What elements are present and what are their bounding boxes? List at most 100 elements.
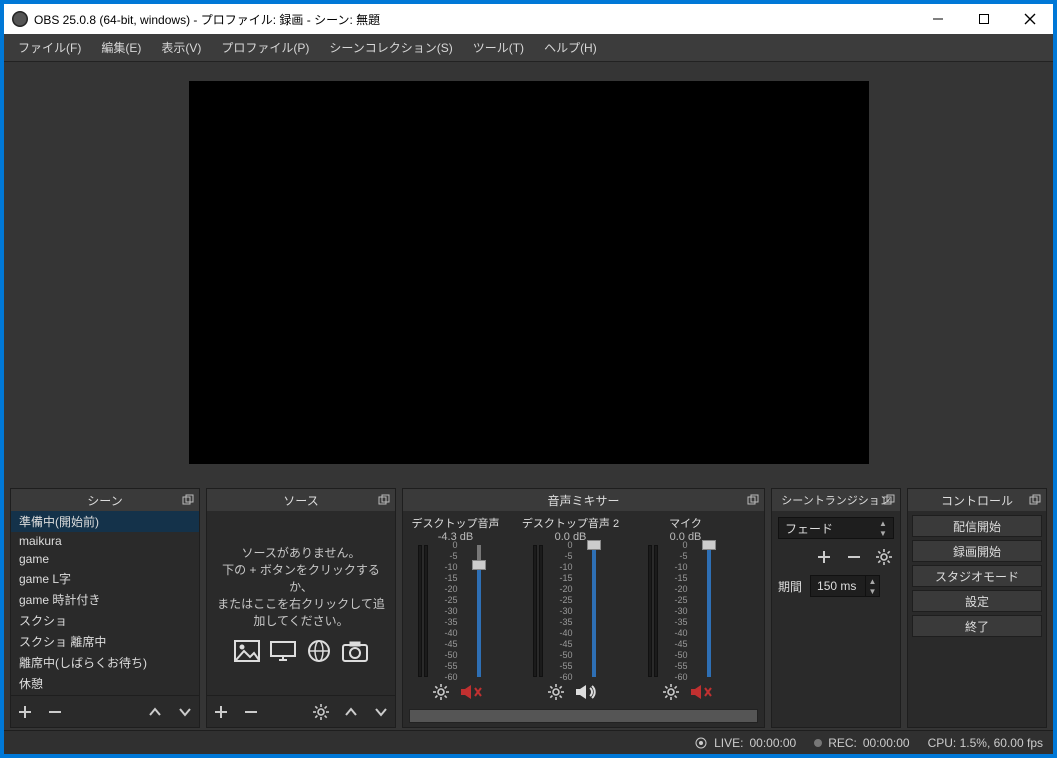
source-settings-button[interactable] <box>311 702 331 722</box>
controls-popout-icon[interactable] <box>1024 489 1046 511</box>
scene-item[interactable]: スクショ 離席中 <box>11 631 199 652</box>
db-scale: 0-5-10-15-20-25-30-35-40-45-50-55-60 <box>559 545 573 677</box>
scene-list[interactable]: 準備中(開始前)maikuragamegame L字game 時計付きスクショス… <box>11 511 199 695</box>
channel-name: デスクトップ音声 <box>412 515 500 531</box>
mixer-channel: デスクトップ音声 20.0 dB0-5-10-15-20-25-30-35-40… <box>528 515 613 707</box>
sources-empty-hint: ソースがありません。 下の + ボタンをクリックするか、 またはここを右クリック… <box>207 511 395 695</box>
scene-item[interactable]: 準備中(開始前) <box>11 511 199 532</box>
maximize-button[interactable] <box>961 4 1007 34</box>
scene-down-button[interactable] <box>175 702 195 722</box>
channel-settings-button[interactable] <box>661 682 681 702</box>
scenes-popout-icon[interactable] <box>177 489 199 511</box>
status-rec: REC:00:00:00 <box>814 736 909 750</box>
scene-item[interactable]: 終了時 <box>11 694 199 695</box>
transitions-dock: シーントランジション フェード ▲▼ 期間 150 <box>771 488 901 728</box>
transition-add-button[interactable] <box>814 547 834 567</box>
channel-settings-button[interactable] <box>431 682 451 702</box>
transition-current: フェード <box>785 520 833 537</box>
duration-value: 150 ms <box>817 579 856 593</box>
speaker-icon[interactable] <box>576 682 596 702</box>
level-meter <box>533 545 553 677</box>
mute-icon[interactable] <box>461 682 481 702</box>
menu-file[interactable]: ファイル(F) <box>8 35 91 60</box>
level-meter <box>418 545 438 677</box>
controls-title: コントロール <box>941 492 1013 509</box>
broadcast-icon <box>694 736 708 750</box>
scenes-dock: シーン 準備中(開始前)maikuragamegame L字game 時計付きス… <box>10 488 200 728</box>
exit-button[interactable]: 終了 <box>912 615 1042 637</box>
minimize-button[interactable] <box>915 4 961 34</box>
source-down-button[interactable] <box>371 702 391 722</box>
duration-input[interactable]: 150 ms ▲▼ <box>810 575 880 597</box>
mixer-scrollbar[interactable] <box>409 709 758 723</box>
preview-area <box>4 62 1053 482</box>
sources-popout-icon[interactable] <box>373 489 395 511</box>
window-title: OBS 25.0.8 (64-bit, windows) - プロファイル: 録… <box>34 11 380 28</box>
transitions-popout-icon[interactable] <box>878 489 900 511</box>
scene-add-button[interactable] <box>15 702 35 722</box>
volume-slider[interactable] <box>694 545 724 677</box>
scene-up-button[interactable] <box>145 702 165 722</box>
scene-remove-button[interactable] <box>45 702 65 722</box>
spinner-arrows-icon[interactable]: ▲▼ <box>865 576 879 596</box>
duration-label: 期間 <box>778 578 802 595</box>
start-streaming-button[interactable]: 配信開始 <box>912 515 1042 537</box>
preview-canvas[interactable] <box>189 81 869 464</box>
scene-item[interactable]: game L字 <box>11 568 199 589</box>
slider-knob[interactable] <box>702 540 716 550</box>
slider-knob[interactable] <box>472 560 486 570</box>
source-up-button[interactable] <box>341 702 361 722</box>
channel-name: デスクトップ音声 2 <box>522 515 619 531</box>
scene-item[interactable]: 休憩 <box>11 673 199 694</box>
source-remove-button[interactable] <box>241 702 261 722</box>
source-add-button[interactable] <box>211 702 231 722</box>
menu-tools[interactable]: ツール(T) <box>463 35 534 60</box>
menu-edit[interactable]: 編集(E) <box>91 35 151 60</box>
channel-settings-button[interactable] <box>546 682 566 702</box>
mixer-popout-icon[interactable] <box>742 489 764 511</box>
scene-item[interactable]: game <box>11 550 199 568</box>
studio-mode-button[interactable]: スタジオモード <box>912 565 1042 587</box>
menu-profile[interactable]: プロファイル(P) <box>211 35 319 60</box>
settings-button[interactable]: 設定 <box>912 590 1042 612</box>
db-scale: 0-5-10-15-20-25-30-35-40-45-50-55-60 <box>674 545 688 677</box>
transitions-title: シーントランジション <box>781 492 890 508</box>
scene-item[interactable]: maikura <box>11 532 199 550</box>
transition-remove-button[interactable] <box>844 547 864 567</box>
channel-name: マイク <box>669 515 702 531</box>
scene-item[interactable]: game 時計付き <box>11 589 199 610</box>
menu-help[interactable]: ヘルプ(H) <box>534 35 607 60</box>
mute-icon[interactable] <box>691 682 711 702</box>
mixer-channel: マイク0.0 dB0-5-10-15-20-25-30-35-40-45-50-… <box>643 515 728 707</box>
browser-source-icon <box>305 639 333 663</box>
close-button[interactable] <box>1007 4 1053 34</box>
camera-source-icon <box>341 639 369 663</box>
slider-knob[interactable] <box>587 540 601 550</box>
scene-item[interactable]: スクショ <box>11 610 199 631</box>
menu-scenecollection[interactable]: シーンコレクション(S) <box>319 35 462 60</box>
status-live: LIVE:00:00:00 <box>694 736 796 750</box>
chevron-updown-icon: ▲▼ <box>875 518 891 538</box>
db-scale: 0-5-10-15-20-25-30-35-40-45-50-55-60 <box>444 545 458 677</box>
transition-settings-button[interactable] <box>874 547 894 567</box>
sources-title: ソース <box>283 492 318 509</box>
controls-dock: コントロール 配信開始 録画開始 スタジオモード 設定 終了 <box>907 488 1047 728</box>
volume-slider[interactable] <box>464 545 494 677</box>
menu-bar: ファイル(F) 編集(E) 表示(V) プロファイル(P) シーンコレクション(… <box>4 34 1053 62</box>
transition-select[interactable]: フェード ▲▼ <box>778 517 894 539</box>
scene-item[interactable]: 離席中(しばらくお待ち) <box>11 652 199 673</box>
status-bar: LIVE:00:00:00 REC:00:00:00 CPU: 1.5%, 60… <box>4 730 1053 754</box>
mixer-title: 音声ミキサー <box>547 492 619 509</box>
volume-slider[interactable] <box>579 545 609 677</box>
display-source-icon <box>269 639 297 663</box>
title-bar: OBS 25.0.8 (64-bit, windows) - プロファイル: 録… <box>4 4 1053 34</box>
start-recording-button[interactable]: 録画開始 <box>912 540 1042 562</box>
image-source-icon <box>233 639 261 663</box>
obs-logo-icon <box>12 11 28 27</box>
record-dot-icon <box>814 739 822 747</box>
mixer-channel: デスクトップ音声-4.3 dB0-5-10-15-20-25-30-35-40-… <box>413 515 498 707</box>
scenes-title: シーン <box>87 492 122 509</box>
menu-view[interactable]: 表示(V) <box>151 35 211 60</box>
status-cpu: CPU: 1.5%, 60.00 fps <box>928 736 1043 750</box>
mixer-dock: 音声ミキサー デスクトップ音声-4.3 dB0-5-10-15-20-25-30… <box>402 488 765 728</box>
